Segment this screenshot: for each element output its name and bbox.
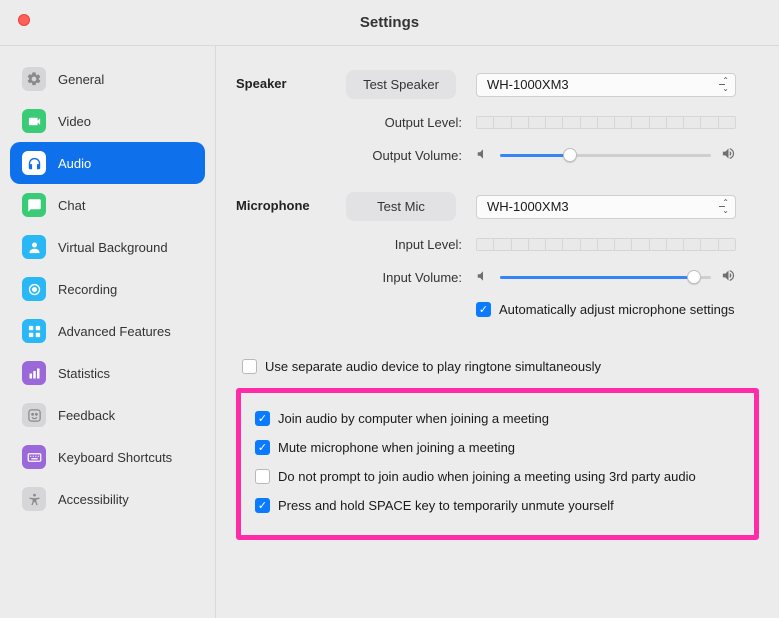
sidebar-item-label: Keyboard Shortcuts: [58, 450, 172, 465]
volume-low-icon: [476, 147, 490, 164]
audio-option-row: ✓ Join audio by computer when joining a m…: [255, 411, 740, 426]
chart-icon: [22, 361, 46, 385]
window-controls: [18, 14, 30, 26]
window-title: Settings: [0, 14, 779, 31]
keyboard-icon: [22, 445, 46, 469]
settings-sidebar: General Video Audio Chat Virtual Background R…: [0, 46, 216, 618]
sidebar-item-recording[interactable]: Recording: [10, 268, 205, 310]
input-level-meter: [476, 238, 736, 251]
audio-option-label: Press and hold SPACE key to temporarily …: [278, 498, 614, 513]
volume-high-icon: [721, 146, 736, 164]
sidebar-item-label: Audio: [58, 156, 91, 171]
audio-option-row: ✓ Press and hold SPACE key to temporarily…: [255, 498, 740, 513]
face-icon: [22, 403, 46, 427]
speaker-device-dropdown[interactable]: WH-1000XM3 ⌃⌄: [476, 73, 736, 97]
gear-icon: [22, 67, 46, 91]
sidebar-item-audio[interactable]: Audio: [10, 142, 205, 184]
speaker-device-value: WH-1000XM3: [487, 77, 569, 92]
output-volume-slider[interactable]: [500, 148, 711, 162]
audio-option-label: Mute microphone when joining a meeting: [278, 440, 515, 455]
chevron-updown-icon: ⌃⌄: [722, 77, 729, 93]
settings-content: Speaker Test Speaker WH-1000XM3 ⌃⌄ Outpu…: [216, 46, 779, 618]
close-window-button[interactable]: [18, 14, 30, 26]
auto-adjust-row: ✓ Automatically adjust microphone settin…: [476, 302, 759, 317]
record-icon: [22, 277, 46, 301]
sidebar-item-general[interactable]: General: [10, 58, 205, 100]
auto-adjust-label: Automatically adjust microphone settings: [499, 302, 735, 317]
audio-option-checkbox[interactable]: ✓: [255, 440, 270, 455]
audio-options-highlight: ✓ Join audio by computer when joining a m…: [236, 388, 759, 540]
volume-high-icon: [721, 268, 736, 286]
video-icon: [22, 109, 46, 133]
titlebar: Settings: [0, 0, 779, 46]
speaker-section: Speaker Test Speaker WH-1000XM3 ⌃⌄ Outpu…: [236, 70, 759, 164]
sidebar-item-label: Recording: [58, 282, 117, 297]
chat-icon: [22, 193, 46, 217]
input-level-label: Input Level:: [236, 237, 466, 252]
headphones-icon: [22, 151, 46, 175]
input-volume-row: [476, 268, 736, 286]
audio-option-checkbox[interactable]: ✓: [255, 498, 270, 513]
sidebar-item-accessibility[interactable]: Accessibility: [10, 478, 205, 520]
test-speaker-button[interactable]: Test Speaker: [346, 70, 456, 99]
separate-audio-checkbox[interactable]: [242, 359, 257, 374]
microphone-section: Microphone Test Mic WH-1000XM3 ⌃⌄ Input …: [236, 192, 759, 331]
speaker-label: Speaker: [236, 70, 336, 91]
output-volume-label: Output Volume:: [236, 148, 466, 163]
sidebar-item-feedback[interactable]: Feedback: [10, 394, 205, 436]
grid-icon: [22, 319, 46, 343]
sidebar-item-shortcuts[interactable]: Keyboard Shortcuts: [10, 436, 205, 478]
microphone-label: Microphone: [236, 192, 336, 213]
audio-option-checkbox[interactable]: [255, 469, 270, 484]
separate-audio-label: Use separate audio device to play ringto…: [265, 359, 601, 374]
audio-option-label: Join audio by computer when joining a me…: [278, 411, 549, 426]
input-volume-label: Input Volume:: [236, 270, 466, 285]
separate-audio-row: Use separate audio device to play ringto…: [242, 359, 759, 374]
sidebar-item-advanced[interactable]: Advanced Features: [10, 310, 205, 352]
auto-adjust-checkbox[interactable]: ✓: [476, 302, 491, 317]
sidebar-item-label: Accessibility: [58, 492, 129, 507]
output-level-label: Output Level:: [236, 115, 466, 130]
output-volume-row: [476, 146, 736, 164]
output-level-meter: [476, 116, 736, 129]
sidebar-item-video[interactable]: Video: [10, 100, 205, 142]
sidebar-item-label: General: [58, 72, 104, 87]
input-volume-slider[interactable]: [500, 270, 711, 284]
audio-option-label: Do not prompt to join audio when joining…: [278, 469, 696, 484]
microphone-device-value: WH-1000XM3: [487, 199, 569, 214]
sidebar-item-vbg[interactable]: Virtual Background: [10, 226, 205, 268]
sidebar-item-label: Advanced Features: [58, 324, 171, 339]
sidebar-item-label: Feedback: [58, 408, 115, 423]
microphone-device-dropdown[interactable]: WH-1000XM3 ⌃⌄: [476, 195, 736, 219]
audio-option-row: Do not prompt to join audio when joining…: [255, 469, 740, 484]
volume-low-icon: [476, 269, 490, 286]
sidebar-item-label: Chat: [58, 198, 85, 213]
chevron-updown-icon: ⌃⌄: [722, 199, 729, 215]
sidebar-item-label: Statistics: [58, 366, 110, 381]
sidebar-item-chat[interactable]: Chat: [10, 184, 205, 226]
audio-option-checkbox[interactable]: ✓: [255, 411, 270, 426]
access-icon: [22, 487, 46, 511]
person-icon: [22, 235, 46, 259]
sidebar-item-label: Virtual Background: [58, 240, 168, 255]
sidebar-item-stats[interactable]: Statistics: [10, 352, 205, 394]
test-mic-button[interactable]: Test Mic: [346, 192, 456, 221]
audio-option-row: ✓ Mute microphone when joining a meeting: [255, 440, 740, 455]
sidebar-item-label: Video: [58, 114, 91, 129]
